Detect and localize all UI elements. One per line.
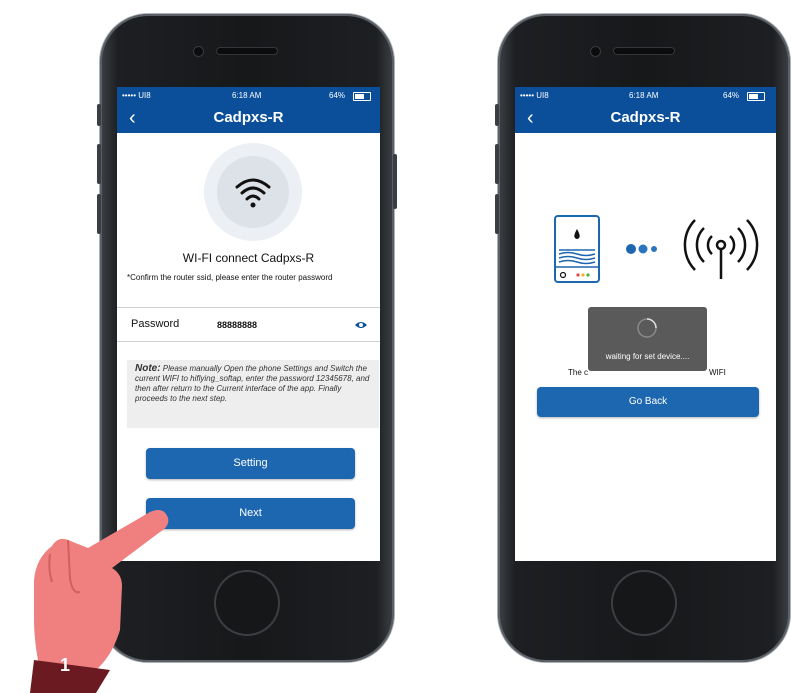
left-screen: ••••• UI8 6:18 AM 64% ‹ Cadpxs-R WI-FI c… [117, 87, 380, 561]
page-title: Cadpxs-R [610, 109, 681, 126]
instruction-text: *Confirm the router ssid, please enter t… [127, 273, 333, 282]
front-camera [194, 47, 203, 56]
tapping-hand-icon [30, 510, 169, 693]
mute-switch [97, 104, 101, 126]
volume-up-button [97, 144, 101, 184]
eye-icon[interactable] [354, 320, 368, 330]
spinner-icon [637, 318, 657, 338]
wifi-connect-heading: WI-FI connect Cadpxs-R [182, 251, 315, 265]
password-input[interactable]: 88888888 [217, 320, 257, 330]
right-screen: ••••• UI8 6:18 AM 64% ‹ Cadpxs-R The c W… [515, 87, 776, 561]
status-time: 6:18 AM [232, 91, 262, 100]
connecting-dots-icon [626, 244, 657, 254]
battery-icon [353, 92, 371, 101]
volume-down-button [97, 194, 101, 234]
volume-up-button [495, 144, 499, 184]
setting-button[interactable]: Setting [146, 448, 355, 479]
battery-percent: 64% [329, 91, 346, 100]
page-title: Cadpxs-R [213, 109, 284, 126]
battery-percent: 64% [723, 91, 740, 100]
wifi-icon [235, 178, 271, 208]
home-button[interactable] [216, 572, 278, 634]
status-message-end: WIFI [709, 368, 726, 377]
volume-down-button [495, 194, 499, 234]
battery-icon [747, 92, 765, 101]
status-bar: ••••• UI8 6:18 AM 64% [515, 87, 776, 105]
go-back-button[interactable]: Go Back [537, 387, 759, 417]
carrier-signal: ••••• UI8 [520, 91, 549, 100]
wireless-antenna-icon [683, 219, 759, 279]
password-row[interactable]: Password 88888888 [117, 307, 380, 342]
nav-bar: ‹ Cadpxs-R [117, 105, 380, 133]
status-time: 6:18 AM [629, 91, 659, 100]
carrier-signal: ••••• UI8 [122, 91, 151, 100]
note-box: Note: Please manually Open the phone Set… [127, 360, 379, 428]
right-phone: ••••• UI8 6:18 AM 64% ‹ Cadpxs-R The c W… [495, 14, 790, 662]
wifi-badge [204, 143, 302, 241]
password-label: Password [131, 318, 180, 330]
note-text: Please manually Open the phone Settings … [135, 364, 370, 403]
mute-switch [495, 104, 499, 126]
home-button[interactable] [613, 572, 675, 634]
status-bar: ••••• UI8 6:18 AM 64% [117, 87, 380, 105]
power-button [393, 154, 397, 209]
front-camera [591, 47, 600, 56]
loading-toast: waiting for set device.... [588, 307, 707, 371]
status-message-start: The c [568, 368, 589, 377]
note-label: Note: [135, 363, 161, 374]
water-device-icon [554, 215, 600, 283]
earpiece-speaker [217, 48, 277, 54]
toast-text: waiting for set device.... [605, 352, 690, 361]
step-number-badge: 1 [60, 655, 71, 675]
nav-bar: ‹ Cadpxs-R [515, 105, 776, 133]
earpiece-speaker [614, 48, 674, 54]
